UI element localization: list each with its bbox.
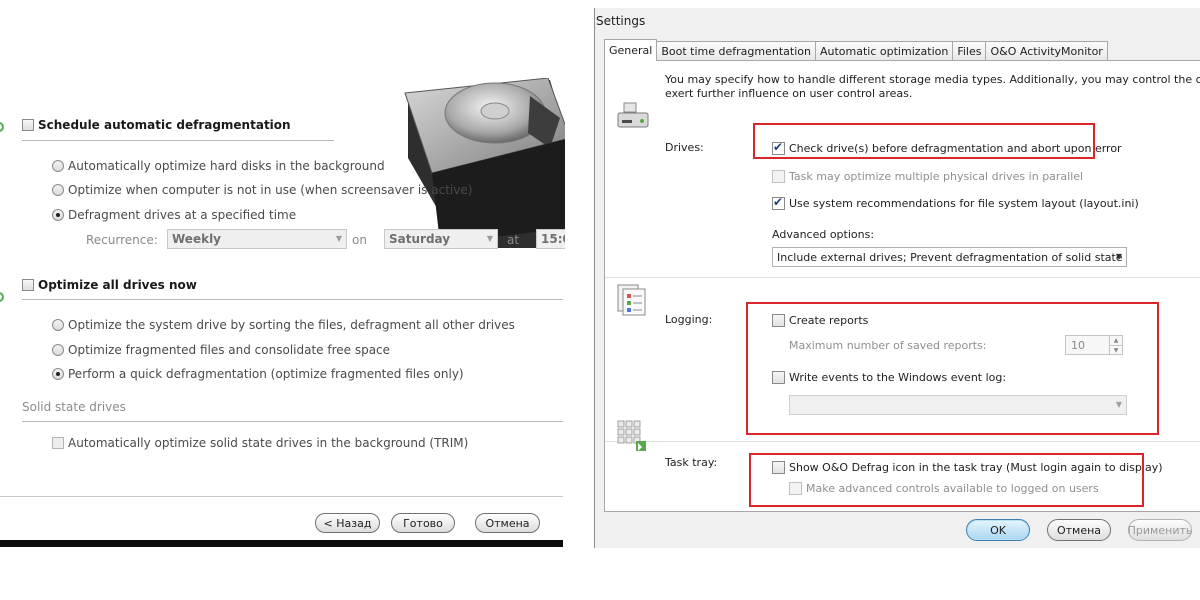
schedule-heading-label: Schedule automatic defragmentation <box>38 118 291 132</box>
highlight-frame <box>749 453 1144 507</box>
apply-button[interactable]: Применить <box>1128 519 1192 541</box>
advanced-options-select[interactable]: Include external drives; Prevent defragm… <box>772 247 1127 267</box>
settings-dialog: Settings General Boot time defragmentati… <box>594 8 1200 548</box>
cancel-button[interactable]: Отмена <box>1047 519 1111 541</box>
radio-button[interactable] <box>52 344 64 356</box>
section-status-icon <box>0 122 4 132</box>
chevron-down-icon: ▼ <box>486 234 493 243</box>
task-tray-label: Task tray: <box>665 456 718 469</box>
at-label: at <box>507 233 520 247</box>
section-divider <box>22 421 563 422</box>
checkbox-label: Automatically optimize solid state drive… <box>68 436 469 450</box>
radio-button[interactable] <box>52 209 64 221</box>
day-value: Saturday <box>389 232 451 246</box>
ssd-section-heading: Solid state drives <box>22 400 126 414</box>
highlight-frame <box>753 123 1095 159</box>
parallel-drives-checkbox[interactable] <box>772 170 785 183</box>
cancel-button[interactable]: Отмена <box>475 513 540 533</box>
defrag-wizard-panel: Schedule automatic defragmentation Autom… <box>0 0 565 600</box>
radio-quick-defrag[interactable]: Perform a quick defragmentation (optimiz… <box>52 367 464 381</box>
parallel-drives-option[interactable]: Task may optimize multiple physical driv… <box>772 170 1083 183</box>
radio-button[interactable] <box>52 160 64 172</box>
recurrence-value: Weekly <box>172 232 222 246</box>
radio-label: Automatically optimize hard disks in the… <box>68 159 385 173</box>
highlight-frame <box>746 302 1159 435</box>
intro-line: You may specify how to handle different … <box>665 73 1200 86</box>
layout-ini-option[interactable]: Use system recommendations for file syst… <box>772 195 1139 210</box>
radio-button[interactable] <box>52 319 64 331</box>
footer-divider <box>0 496 563 497</box>
schedule-section-heading[interactable]: Schedule automatic defragmentation <box>22 118 291 132</box>
ssd-trim-checkbox[interactable] <box>52 437 64 449</box>
radio-defrag-specified-time[interactable]: Defragment drives at a specified time <box>52 208 296 222</box>
radio-label: Defragment drives at a specified time <box>68 208 297 222</box>
optimize-now-heading-label: Optimize all drives now <box>38 278 197 292</box>
logging-icon <box>617 284 646 316</box>
radio-optimize-idle[interactable]: Optimize when computer is not in use (wh… <box>52 183 472 197</box>
tab-automatic-optimization[interactable]: Automatic optimization <box>814 41 954 61</box>
section-status-icon <box>0 292 4 302</box>
recurrence-label: Recurrence: <box>86 233 158 247</box>
advanced-options-label: Advanced options: <box>772 228 875 241</box>
dialog-title: Settings <box>596 14 646 28</box>
radio-button[interactable] <box>52 368 64 380</box>
time-value: 15:0 <box>541 232 565 246</box>
schedule-checkbox[interactable] <box>22 119 34 131</box>
drives-label: Drives: <box>665 141 704 154</box>
back-button[interactable]: < Назад <box>315 513 380 533</box>
intro-text: You may specify how to handle different … <box>665 73 1200 101</box>
drive-icon <box>617 102 649 128</box>
tab-activitymonitor[interactable]: O&O ActivityMonitor <box>985 41 1108 61</box>
task-tray-icon <box>617 420 646 451</box>
checkbox-label: Use system recommendations for file syst… <box>789 197 1139 210</box>
logging-label: Logging: <box>665 313 713 326</box>
recurrence-select[interactable]: Weekly ▼ <box>167 229 347 249</box>
radio-label: Perform a quick defragmentation (optimiz… <box>68 367 464 381</box>
hard-disk-illustration <box>404 78 565 248</box>
section-divider <box>22 299 563 300</box>
radio-optimize-fragmented[interactable]: Optimize fragmented files and consolidat… <box>52 343 390 357</box>
advanced-options-value: Include external drives; Prevent defragm… <box>777 251 1127 264</box>
checkbox-ssd-trim[interactable]: Automatically optimize solid state drive… <box>52 436 468 450</box>
on-label: on <box>352 233 367 247</box>
layout-ini-checkbox[interactable] <box>772 195 785 210</box>
group-divider <box>605 277 1200 278</box>
chevron-down-icon: ▼ <box>335 234 342 243</box>
tab-boot-time-defragmentation[interactable]: Boot time defragmentation <box>656 41 816 61</box>
optimize-now-section-heading[interactable]: Optimize all drives now <box>22 278 197 292</box>
radio-optimize-system-drive[interactable]: Optimize the system drive by sorting the… <box>52 318 515 332</box>
screenshot-border <box>0 540 563 547</box>
time-input[interactable]: 15:0 <box>536 229 565 249</box>
chevron-down-icon: ▼ <box>1115 252 1122 261</box>
ready-button[interactable]: Готово <box>391 513 455 533</box>
tab-strip: General Boot time defragmentation Automa… <box>604 39 1108 61</box>
tab-general[interactable]: General <box>604 39 658 61</box>
radio-label: Optimize fragmented files and consolidat… <box>68 343 391 357</box>
group-divider <box>605 441 1200 442</box>
radio-optimize-background[interactable]: Automatically optimize hard disks in the… <box>52 159 385 173</box>
radio-label: Optimize the system drive by sorting the… <box>68 318 515 332</box>
tab-files[interactable]: Files <box>952 41 987 61</box>
ok-button[interactable]: OK <box>966 519 1030 541</box>
intro-line: exert further influence on user control … <box>665 87 913 100</box>
radio-label: Optimize when computer is not in use (wh… <box>68 183 473 197</box>
section-divider <box>22 140 334 141</box>
optimize-now-checkbox[interactable] <box>22 279 34 291</box>
day-select[interactable]: Saturday ▼ <box>384 229 498 249</box>
checkbox-label: Task may optimize multiple physical driv… <box>789 170 1084 183</box>
general-tab-page: You may specify how to handle different … <box>604 60 1200 512</box>
radio-button[interactable] <box>52 184 64 196</box>
